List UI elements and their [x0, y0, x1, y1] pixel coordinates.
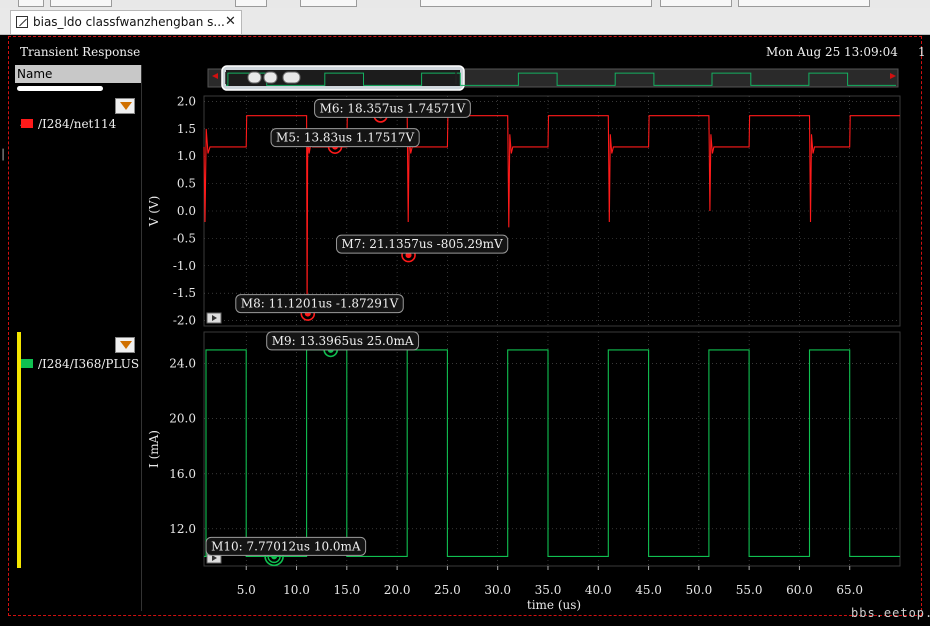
y-tick-label: 2.0: [177, 94, 196, 108]
marker-label: M8: 11.1201us -1.87291V: [241, 297, 399, 311]
x-tick-label: 60.0: [786, 583, 813, 597]
x-tick-label: 35.0: [535, 583, 562, 597]
x-tick-label: 25.0: [434, 583, 461, 597]
x-tick-label: 30.0: [484, 583, 511, 597]
x-tick-label: 50.0: [685, 583, 712, 597]
marker-label: M10: 7.77012us 10.0mA: [211, 539, 361, 553]
y-tick-label: 1.0: [177, 149, 196, 163]
x-tick-label: 5.0: [237, 583, 256, 597]
y-axis-label: V (V): [147, 196, 161, 228]
y-tick-label: -1.0: [173, 259, 196, 273]
transient-plot[interactable]: 2.0 1.5 1.0 0.5 0.0 -0.5 -1.0 -1.5 -2.0 V (V) M6: …: [0, 0, 930, 626]
overview-strip[interactable]: [207, 65, 899, 91]
marker-label: M9: 13.3965us 25.0mA: [272, 334, 414, 348]
x-tick-label: 15.0: [333, 583, 360, 597]
x-tick-label: 65.0: [836, 583, 863, 597]
watermark: bbs.eetop.cn: [851, 606, 930, 620]
y-tick-label: 1.5: [177, 122, 196, 136]
marker-label: M7: 21.1357us -805.29mV: [342, 237, 504, 251]
y-tick-label: -0.5: [173, 231, 196, 245]
y-axis-label: I (mA): [147, 430, 161, 468]
y-tick-label: -2.0: [173, 314, 196, 328]
marker-label: M6: 18.357us 1.74571V: [320, 101, 466, 115]
marker-label: M5: 13.83us 1.17517V: [276, 131, 414, 145]
plot-panel-2[interactable]: 24.0 20.0 16.0 12.0 I (mA) M9: 13.3965us 25.0…: [147, 331, 901, 612]
x-tick-label: 20.0: [384, 583, 411, 597]
x-axis-label: time (us): [527, 598, 581, 612]
x-tick-label: 10.0: [283, 583, 310, 597]
overview-handle[interactable]: [247, 71, 301, 84]
x-tick-label: 40.0: [585, 583, 612, 597]
y-tick-label: -1.5: [173, 286, 196, 300]
y-tick-label: 20.0: [169, 412, 196, 426]
y-tick-label: 0.5: [177, 177, 196, 191]
y-tick-label: 0.0: [177, 204, 196, 218]
y-tick-label: 12.0: [169, 522, 196, 536]
plot-area: [203, 331, 901, 567]
y-tick-label: 24.0: [169, 357, 196, 371]
x-tick-label: 55.0: [736, 583, 763, 597]
x-tick-label: 45.0: [635, 583, 662, 597]
y-tick-label: 16.0: [169, 467, 196, 481]
plot-panel-1[interactable]: 2.0 1.5 1.0 0.5 0.0 -0.5 -1.0 -1.5 -2.0 V (V) M6: …: [147, 94, 901, 328]
